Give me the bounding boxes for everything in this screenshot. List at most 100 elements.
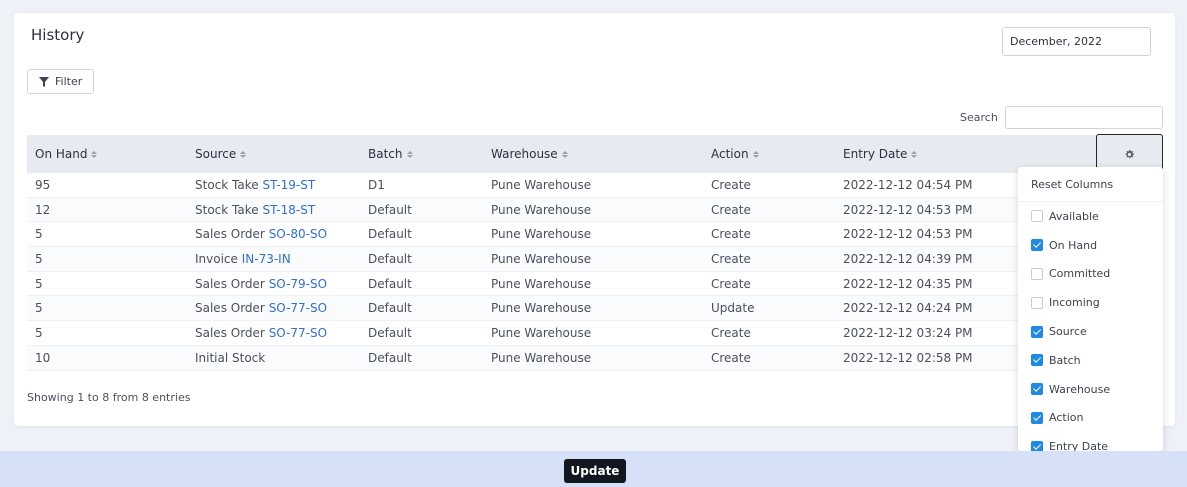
cell-source: Sales Order SO-80-SO xyxy=(195,222,327,246)
cell-batch: Default xyxy=(368,252,412,267)
search-label: Search xyxy=(960,111,998,124)
column-option-label: Available xyxy=(1049,209,1099,223)
column-option-label: Entry Date xyxy=(1049,440,1109,451)
source-link[interactable]: SO-77-SO xyxy=(269,326,327,340)
cell-action: Create xyxy=(711,252,751,267)
column-option[interactable]: On Hand xyxy=(1018,231,1163,260)
sort-icon xyxy=(911,150,918,158)
cell-on-hand: 5 xyxy=(35,227,43,242)
cell-source: Initial Stock xyxy=(195,346,265,370)
cell-source: Sales Order SO-79-SO xyxy=(195,272,327,296)
cell-batch: Default xyxy=(368,350,412,365)
filter-button[interactable]: Filter xyxy=(27,69,94,94)
column-header-warehouse[interactable]: Warehouse xyxy=(491,135,568,173)
source-type: Stock Take xyxy=(195,202,259,217)
table-row: 10 Initial Stock Default Pune Warehouse … xyxy=(27,345,1027,371)
cell-action: Create xyxy=(711,202,751,217)
checkbox[interactable] xyxy=(1031,296,1043,309)
cell-source: Invoice IN-73-IN xyxy=(195,247,291,271)
source-type: Sales Order xyxy=(195,276,265,291)
column-option-label: Incoming xyxy=(1049,296,1100,310)
source-type: Sales Order xyxy=(195,326,265,341)
cell-on-hand: 10 xyxy=(35,350,51,365)
cell-batch: Default xyxy=(368,326,412,341)
column-option[interactable]: Batch xyxy=(1018,346,1163,375)
cell-entry-date: 2022-12-12 04:54 PM xyxy=(843,178,973,192)
checkbox[interactable] xyxy=(1031,239,1043,252)
cell-on-hand: 95 xyxy=(35,178,51,192)
checkbox[interactable] xyxy=(1031,440,1043,451)
checkbox[interactable] xyxy=(1031,354,1043,367)
column-option[interactable]: Entry Date xyxy=(1018,432,1163,451)
column-option-label: Action xyxy=(1049,411,1084,425)
column-option[interactable]: Committed xyxy=(1018,260,1163,289)
cell-warehouse: Pune Warehouse xyxy=(491,252,592,267)
filter-icon xyxy=(39,76,49,87)
column-header-label: Batch xyxy=(368,147,403,161)
column-option[interactable]: Incoming xyxy=(1018,288,1163,317)
cell-action: Create xyxy=(711,350,751,365)
source-link[interactable]: ST-19-ST xyxy=(262,178,315,192)
cell-entry-date: 2022-12-12 04:24 PM xyxy=(843,301,973,316)
cell-on-hand: 12 xyxy=(35,202,51,217)
column-header-source[interactable]: Source xyxy=(195,135,247,173)
cell-entry-date: 2022-12-12 03:24 PM xyxy=(843,326,973,341)
column-header-action[interactable]: Action xyxy=(711,135,759,173)
cell-entry-date: 2022-12-12 04:53 PM xyxy=(843,202,973,217)
source-type: Sales Order xyxy=(195,227,265,242)
checkbox[interactable] xyxy=(1031,325,1043,338)
column-header-label: Entry Date xyxy=(843,147,908,161)
search-input[interactable] xyxy=(1005,106,1163,129)
source-type: Invoice xyxy=(195,252,238,267)
cell-warehouse: Pune Warehouse xyxy=(491,350,592,365)
month-picker[interactable]: December, 2022 xyxy=(1002,27,1151,56)
history-card: History December, 2022 Filter Search On … xyxy=(14,13,1175,426)
checkbox[interactable] xyxy=(1031,411,1043,424)
cell-warehouse: Pune Warehouse xyxy=(491,227,592,242)
column-header-label: On Hand xyxy=(35,147,88,161)
bottom-action-bar: Update xyxy=(0,451,1187,487)
checkbox[interactable] xyxy=(1031,267,1043,280)
checkbox[interactable] xyxy=(1031,383,1043,396)
cell-batch: Default xyxy=(368,202,412,217)
cell-on-hand: 5 xyxy=(35,252,43,267)
table-row: 5 Sales Order SO-77-SO Default Pune Ware… xyxy=(27,321,1027,346)
gear-icon xyxy=(1125,149,1134,158)
table-row: 12 Stock Take ST-18-ST Default Pune Ware… xyxy=(27,197,1027,223)
filter-label: Filter xyxy=(55,75,83,88)
table-row: 5 Invoice IN-73-IN Default Pune Warehous… xyxy=(27,247,1027,272)
cell-batch: Default xyxy=(368,301,412,316)
source-link[interactable]: SO-80-SO xyxy=(269,227,327,241)
cell-action: Create xyxy=(711,227,751,242)
source-link[interactable]: ST-18-ST xyxy=(262,203,315,217)
cell-source: Sales Order SO-77-SO xyxy=(195,296,327,320)
column-header-label: Action xyxy=(711,147,749,161)
source-link[interactable]: SO-77-SO xyxy=(269,301,327,315)
cell-batch: D1 xyxy=(368,178,385,192)
table-body: 95 Stock Take ST-19-ST D1 Pune Warehouse… xyxy=(27,173,1027,371)
cell-source: Stock Take ST-18-ST xyxy=(195,198,315,222)
cell-warehouse: Pune Warehouse xyxy=(491,326,592,341)
column-option[interactable]: Action xyxy=(1018,404,1163,433)
sort-icon xyxy=(561,150,568,158)
column-option-label: Committed xyxy=(1049,267,1111,281)
column-option[interactable]: Source xyxy=(1018,317,1163,346)
cell-entry-date: 2022-12-12 04:39 PM xyxy=(843,252,973,267)
source-link[interactable]: SO-79-SO xyxy=(269,277,327,291)
checkbox[interactable] xyxy=(1031,210,1043,223)
column-header-entry-date[interactable]: Entry Date xyxy=(843,135,918,173)
cell-on-hand: 5 xyxy=(35,326,43,341)
table-header: On Hand Source Batch Warehouse Action En… xyxy=(27,135,1163,173)
source-type: Initial Stock xyxy=(195,350,266,365)
cell-batch: Default xyxy=(368,276,412,291)
column-option[interactable]: Warehouse xyxy=(1018,375,1163,404)
column-header-on-hand[interactable]: On Hand xyxy=(35,135,98,173)
column-header-batch[interactable]: Batch xyxy=(368,135,413,173)
sort-icon xyxy=(752,150,759,158)
source-link[interactable]: IN-73-IN xyxy=(242,252,291,266)
cell-batch: Default xyxy=(368,227,412,242)
reset-columns-button[interactable]: Reset Columns xyxy=(1018,167,1163,202)
update-button[interactable]: Update xyxy=(564,459,626,483)
cell-entry-date: 2022-12-12 02:58 PM xyxy=(843,350,973,365)
column-option[interactable]: Available xyxy=(1018,202,1163,231)
